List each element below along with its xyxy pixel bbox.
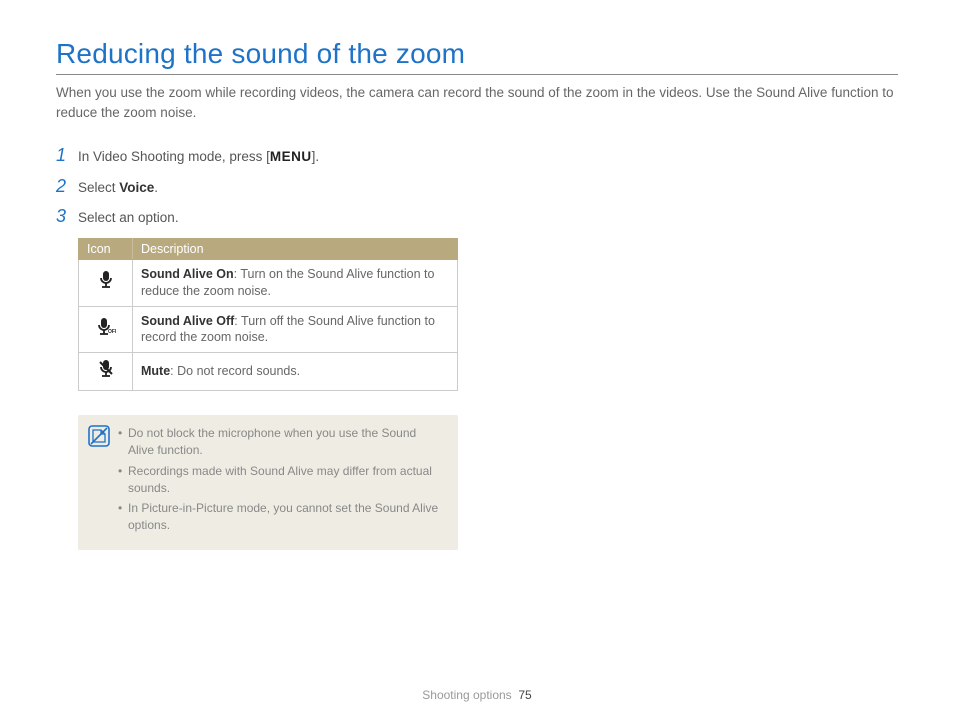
page-title: Reducing the sound of the zoom (56, 38, 898, 70)
col-description: Description (133, 238, 458, 259)
note-list: Do not block the microphone when you use… (118, 425, 444, 538)
table-row: Sound Alive On: Turn on the Sound Alive … (79, 259, 458, 306)
option-name: Mute (141, 364, 170, 378)
step-text: Select an option. (78, 207, 179, 228)
cell-description: Sound Alive Off: Turn off the Sound Aliv… (133, 306, 458, 353)
note-item: In Picture-in-Picture mode, you cannot s… (118, 500, 444, 534)
options-table: Icon Description Sound Alive On: Turn on… (78, 238, 458, 391)
step-number: 2 (56, 177, 78, 197)
table-row: Mute: Do not record sounds. (79, 353, 458, 391)
option-desc: : Do not record sounds. (170, 364, 300, 378)
step-bold: Voice (119, 180, 154, 195)
step-1: 1 In Video Shooting mode, press [MENU]. (56, 146, 496, 167)
col-icon: Icon (79, 238, 133, 259)
step-text: In Video Shooting mode, press [MENU]. (78, 146, 319, 167)
divider (56, 74, 898, 75)
step-pre: Select (78, 180, 119, 195)
cell-description: Sound Alive On: Turn on the Sound Alive … (133, 259, 458, 306)
page-footer: Shooting options 75 (0, 688, 954, 702)
step-post: . (154, 180, 158, 195)
step-post: ]. (312, 149, 320, 164)
note-item: Recordings made with Sound Alive may dif… (118, 463, 444, 497)
steps-list: 1 In Video Shooting mode, press [MENU]. … (56, 146, 496, 550)
step-3: 3 Select an option. (56, 207, 496, 228)
step-pre: Select an option. (78, 210, 179, 225)
footer-section: Shooting options (422, 688, 511, 702)
intro-text: When you use the zoom while recording vi… (56, 83, 898, 122)
table-row: OFF Sound Alive Off: Turn off the Sound … (79, 306, 458, 353)
svg-text:OFF: OFF (108, 329, 116, 335)
mic-off-icon: OFF (79, 306, 133, 353)
cell-description: Mute: Do not record sounds. (133, 353, 458, 391)
option-name: Sound Alive On (141, 267, 234, 281)
mic-mute-icon (79, 353, 133, 391)
note-box: Do not block the microphone when you use… (78, 415, 458, 550)
note-item: Do not block the microphone when you use… (118, 425, 444, 459)
step-2: 2 Select Voice. (56, 177, 496, 198)
step-number: 1 (56, 146, 78, 166)
page-number: 75 (518, 688, 531, 702)
step-number: 3 (56, 207, 78, 227)
step-text: Select Voice. (78, 177, 158, 198)
note-icon (88, 425, 110, 447)
menu-button-label: MENU (270, 149, 312, 164)
step-pre: In Video Shooting mode, press [ (78, 149, 270, 164)
option-name: Sound Alive Off (141, 314, 234, 328)
mic-on-icon (79, 259, 133, 306)
